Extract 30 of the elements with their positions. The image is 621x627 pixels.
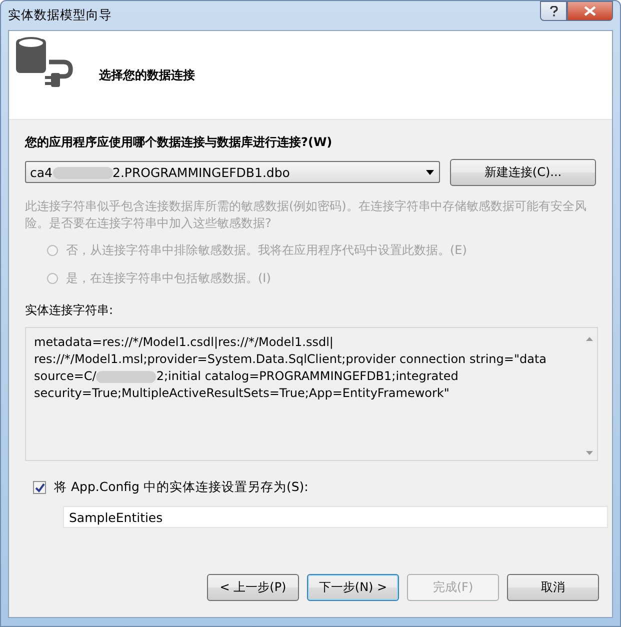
redaction-blur (52, 167, 112, 180)
connection-string-text: metadata=res://*/Model1.csdl|res://*/Model1.ssdl| (34, 334, 334, 351)
scroll-down-icon (586, 451, 593, 455)
help-icon (550, 6, 558, 16)
close-icon (584, 6, 596, 16)
question-label: 您的应用程序应使用哪个数据连接与数据库进行连接?(W) (25, 134, 334, 151)
connection-string-text: 2;initial catalog=PROGRAMMINGEFDB1;integrated (156, 368, 458, 385)
checkbox[interactable] (33, 481, 46, 494)
window-title: 实体数据模型向导 (8, 7, 112, 24)
dropdown-arrow-icon (426, 170, 434, 174)
warning-text: 此连接字符串似乎包含连接数据库所需的敏感数据(例如密码)。在连接字符串中存储敏感数据可能有安全风险。是否要在连接字符串中加入这些敏感数据? (25, 198, 588, 232)
input-field[interactable]: SampleEntities (63, 506, 608, 528)
wizard-button[interactable]: 取消 (507, 574, 599, 601)
option-label: 是，在连接字符串中包括敏感数据。(I) (66, 270, 271, 286)
page-title: 选择您的数据连接 (99, 66, 195, 84)
wizard-button[interactable]: 下一步(N) > (307, 574, 399, 601)
connection-string-text: source=C/ (34, 368, 96, 385)
connection-string-text: security=True;MultipleActiveResultSets=True;App=EntityFramework" (34, 385, 450, 402)
connection-string-textarea[interactable] (25, 327, 598, 461)
option-label: 否，从连接字符串中排除敏感数据。我将在应用程序代码中设置此数据。(E) (66, 242, 467, 258)
help-button[interactable] (540, 1, 567, 21)
redaction-blur (96, 370, 156, 382)
connection-dropdown[interactable]: ca4 2.PROGRAMMINGEFDB1.dbo (25, 161, 440, 183)
save-label: 将 App.Config 中的实体连接设置另存为(S): (54, 479, 308, 496)
close-button[interactable] (567, 1, 613, 21)
scroll-up-icon (586, 337, 593, 341)
wizard-button[interactable]: < 上一步(P) (207, 574, 299, 601)
entity-string-label: 实体连接字符串: (25, 302, 114, 319)
new-connection-button[interactable]: 新建连接(C)... (450, 159, 596, 186)
connection-string-text: res://*/Model1.msl;provider=System.Data.SqlClient;provider connection string="data (34, 351, 547, 368)
